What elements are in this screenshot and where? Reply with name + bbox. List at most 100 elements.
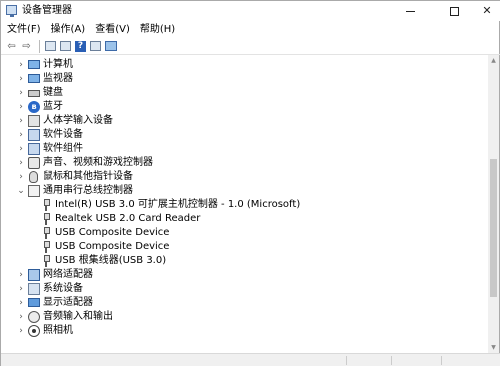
vertical-scrollbar[interactable]: ▲ ▼ — [488, 55, 499, 353]
tree-item-label: 软件设备 — [43, 129, 83, 140]
scan-hardware-monitor-icon — [104, 41, 117, 51]
usb-controller-icon — [28, 185, 40, 197]
minimize-icon — [405, 10, 415, 12]
tree-item-usb-composite-device-1[interactable]: USB Composite Device — [1, 226, 488, 240]
software-component-icon — [28, 143, 40, 155]
collapsed-chevron-icon[interactable]: › — [16, 100, 26, 114]
scrollbar-thumb[interactable] — [490, 159, 497, 297]
collapsed-chevron-icon[interactable]: › — [16, 114, 26, 128]
tree-item-computer[interactable]: › 计算机 — [1, 58, 488, 72]
system-device-icon — [28, 283, 40, 295]
collapsed-chevron-icon[interactable]: › — [16, 128, 26, 142]
tree-item-audio-io[interactable]: › 音频输入和输出 — [1, 310, 488, 324]
software-device-icon — [28, 129, 40, 141]
maximize-button[interactable] — [438, 1, 470, 21]
tree-item-label: 网络适配器 — [43, 269, 93, 280]
view-button[interactable] — [89, 40, 102, 53]
audio-io-icon — [28, 311, 40, 323]
close-button[interactable]: ✕ — [471, 1, 500, 21]
mouse-icon — [29, 171, 38, 183]
bluetooth-icon: ʙ — [28, 101, 40, 113]
properties-icon — [60, 41, 71, 51]
tree-item-usb-controllers[interactable]: ⌄ 通用串行总线控制器 — [1, 184, 488, 198]
tree-item-label: Intel(R) USB 3.0 可扩展主机控制器 - 1.0 (Microso… — [55, 199, 301, 210]
scroll-down-arrow-icon[interactable]: ▼ — [488, 342, 499, 353]
tree-item-usb-realtek-card-reader[interactable]: Realtek USB 2.0 Card Reader — [1, 212, 488, 226]
usb-plug-icon — [43, 227, 50, 239]
tree-item-label: 鼠标和其他指针设备 — [43, 171, 133, 182]
tree-item-monitors[interactable]: › 监视器 — [1, 72, 488, 86]
expanded-chevron-icon[interactable]: ⌄ — [16, 184, 26, 198]
usb-plug-icon — [43, 213, 50, 225]
tree-item-label: 键盘 — [43, 87, 63, 98]
collapsed-chevron-icon[interactable]: › — [16, 156, 26, 170]
menu-action[interactable]: 操作(A) — [46, 21, 91, 38]
device-manager-app-icon — [6, 5, 17, 17]
tree-item-system-devices[interactable]: › 系统设备 — [1, 282, 488, 296]
collapsed-chevron-icon[interactable]: › — [16, 72, 26, 86]
collapsed-chevron-icon[interactable]: › — [16, 86, 26, 100]
display-adapter-icon — [28, 298, 40, 307]
usb-plug-icon — [43, 199, 50, 211]
tree-item-label: 人体学输入设备 — [43, 115, 113, 126]
tree-item-keyboards[interactable]: › 键盘 — [1, 86, 488, 100]
tree-item-software-components[interactable]: › 软件组件 — [1, 142, 488, 156]
scan-hardware-button[interactable] — [104, 40, 117, 53]
close-icon: ✕ — [482, 4, 492, 17]
maximize-icon — [449, 6, 459, 16]
tree-item-software-devices[interactable]: › 软件设备 — [1, 128, 488, 142]
tree-item-usb-composite-device-2[interactable]: USB Composite Device — [1, 240, 488, 254]
view-icon — [90, 41, 101, 51]
tree-item-label: 照相机 — [43, 325, 73, 336]
tree-item-label: 系统设备 — [43, 283, 83, 294]
collapsed-chevron-icon[interactable]: › — [16, 268, 26, 282]
network-adapter-icon — [28, 269, 40, 281]
tree-item-label: USB Composite Device — [55, 241, 170, 252]
computer-icon — [28, 60, 40, 69]
help-button[interactable]: ? — [74, 40, 87, 53]
status-bar-divider — [441, 356, 442, 365]
scroll-up-arrow-icon[interactable]: ▲ — [488, 55, 499, 66]
collapsed-chevron-icon[interactable]: › — [16, 296, 26, 310]
tree-item-label: 显示适配器 — [43, 297, 93, 308]
tree-item-usb-intel-host-controller[interactable]: Intel(R) USB 3.0 可扩展主机控制器 - 1.0 (Microso… — [1, 198, 488, 212]
collapsed-chevron-icon[interactable]: › — [16, 282, 26, 296]
hid-icon — [28, 115, 40, 127]
tree-item-sound-video-game[interactable]: › 声音、视频和游戏控制器 — [1, 156, 488, 170]
tree-item-label: 软件组件 — [43, 143, 83, 154]
toolbar: ⇦ ⇨ ? — [1, 38, 500, 55]
menu-file[interactable]: 文件(F) — [1, 21, 46, 38]
tree-item-network-adapters[interactable]: › 网络适配器 — [1, 268, 488, 282]
collapsed-chevron-icon[interactable]: › — [16, 142, 26, 156]
tree-item-label: 计算机 — [43, 59, 73, 70]
tree-item-mice[interactable]: › 鼠标和其他指针设备 — [1, 170, 488, 184]
minimize-button[interactable] — [394, 1, 426, 21]
keyboard-icon — [28, 90, 40, 97]
properties-button[interactable] — [59, 40, 72, 53]
forward-arrow-icon: ⇨ — [22, 40, 31, 52]
back-button[interactable]: ⇦ — [5, 40, 18, 53]
tree-item-label: 声音、视频和游戏控制器 — [43, 157, 153, 168]
status-bar-divider — [346, 356, 347, 365]
collapsed-chevron-icon[interactable]: › — [16, 170, 26, 184]
window-title: 设备管理器 — [22, 5, 72, 16]
menu-view[interactable]: 查看(V) — [90, 21, 135, 38]
forward-button[interactable]: ⇨ — [20, 40, 33, 53]
tree-item-bluetooth[interactable]: › ʙ 蓝牙 — [1, 100, 488, 114]
collapsed-chevron-icon[interactable]: › — [16, 310, 26, 324]
tree-item-label: USB 根集线器(USB 3.0) — [55, 255, 167, 266]
tree-item-usb-root-hub[interactable]: USB 根集线器(USB 3.0) — [1, 254, 488, 268]
tree-item-display-adapters[interactable]: › 显示适配器 — [1, 296, 488, 310]
collapsed-chevron-icon[interactable]: › — [16, 324, 26, 338]
console-tree-icon — [45, 41, 56, 51]
tree-item-cameras[interactable]: › 照相机 — [1, 324, 488, 338]
show-hide-console-tree-button[interactable] — [44, 40, 57, 53]
status-bar — [1, 353, 500, 366]
tree-item-label: 监视器 — [43, 73, 73, 84]
help-icon: ? — [75, 40, 86, 52]
usb-plug-icon — [43, 241, 50, 253]
tree-item-hid[interactable]: › 人体学输入设备 — [1, 114, 488, 128]
menu-help[interactable]: 帮助(H) — [135, 21, 180, 38]
collapsed-chevron-icon[interactable]: › — [16, 58, 26, 72]
tree-item-label: 蓝牙 — [43, 101, 63, 112]
